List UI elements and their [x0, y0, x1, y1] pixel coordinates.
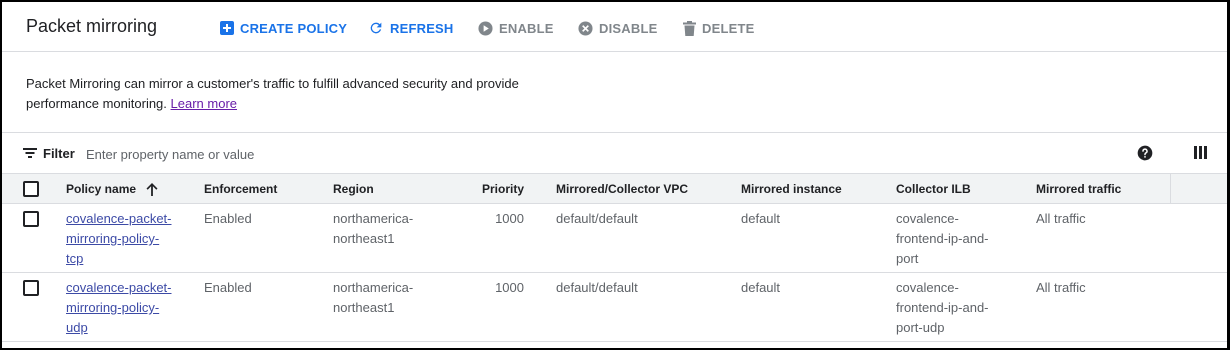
delete-label: DELETE: [702, 20, 755, 36]
page-header: Packet mirroring CREATE POLICY REFRESH E…: [2, 2, 1227, 52]
column-header-priority[interactable]: Priority: [474, 182, 524, 196]
filter-input[interactable]: [86, 143, 486, 165]
collector-ilb-cell: covalence- frontend-ip-and- port: [896, 209, 989, 269]
help-icon[interactable]: [1137, 145, 1153, 161]
ilb-line: port: [896, 251, 919, 266]
policy-name-line[interactable]: covalence-packet-: [66, 211, 172, 226]
mirrored-instance-cell: default: [741, 280, 781, 295]
mirrored-traffic-cell: All traffic: [1036, 211, 1086, 226]
mirrored-instance-cell: default: [741, 211, 781, 226]
filter-bar: Filter: [2, 132, 1227, 174]
column-header-collector-ilb[interactable]: Collector ILB: [896, 182, 971, 196]
disable-label: DISABLE: [599, 20, 658, 36]
cancel-circle-icon: [578, 20, 593, 36]
priority-cell: 1000: [495, 280, 524, 295]
region-cell: northamerica- northeast1: [333, 278, 413, 318]
policy-name-line[interactable]: mirroring-policy-: [66, 300, 159, 315]
view-columns-icon[interactable]: [1194, 146, 1207, 159]
delete-button[interactable]: DELETE: [683, 18, 754, 38]
enforcement-cell: Enabled: [204, 280, 252, 295]
policy-name-line[interactable]: covalence-packet-: [66, 280, 172, 295]
create-policy-button[interactable]: CREATE POLICY: [220, 18, 347, 38]
ilb-line: covalence-: [896, 280, 959, 295]
region-cell: northamerica- northeast1: [333, 209, 413, 249]
trash-icon: [683, 20, 696, 36]
table-row: covalence-packet- mirroring-policy- udp …: [2, 273, 1227, 342]
column-label-policy-name: Policy name: [66, 182, 137, 196]
priority-cell: 1000: [495, 211, 524, 226]
column-header-enforcement[interactable]: Enforcement: [204, 182, 277, 196]
packet-mirroring-page: Packet mirroring CREATE POLICY REFRESH E…: [0, 0, 1230, 350]
table-row: covalence-packet- mirroring-policy- tcp …: [2, 204, 1227, 273]
region-line: northeast1: [333, 300, 395, 315]
mirrored-traffic-cell: All traffic: [1036, 280, 1086, 295]
page-description: Packet Mirroring can mirror a customer's…: [26, 74, 546, 114]
filter-label: Filter: [43, 146, 75, 161]
enforcement-cell: Enabled: [204, 211, 252, 226]
enable-label: ENABLE: [499, 20, 554, 36]
refresh-button[interactable]: REFRESH: [368, 18, 454, 38]
enable-button[interactable]: ENABLE: [478, 18, 554, 38]
policy-name-link[interactable]: covalence-packet- mirroring-policy- udp: [66, 278, 172, 338]
policy-name-line[interactable]: udp: [66, 320, 88, 335]
play-circle-icon: [478, 20, 493, 36]
ilb-line: frontend-ip-and-: [896, 300, 989, 315]
column-header-mirrored-traffic[interactable]: Mirrored traffic: [1036, 182, 1121, 196]
vpc-cell: default/default: [556, 280, 638, 295]
description-text: Packet Mirroring can mirror a customer's…: [26, 76, 519, 111]
table-header: Policy name Enforcement Region Priority …: [2, 174, 1227, 204]
row-checkbox[interactable]: [23, 211, 39, 227]
add-box-icon: [220, 21, 234, 35]
vpc-cell: default/default: [556, 211, 638, 226]
refresh-icon: [370, 22, 382, 34]
policy-name-link[interactable]: covalence-packet- mirroring-policy- tcp: [66, 209, 172, 269]
select-all-checkbox[interactable]: [23, 181, 39, 197]
column-header-policy-name[interactable]: Policy name: [66, 182, 158, 196]
region-line: northamerica-: [333, 280, 414, 295]
ilb-line: frontend-ip-and-: [896, 231, 989, 246]
column-divider: [1170, 174, 1171, 204]
learn-more-link[interactable]: Learn more: [171, 96, 237, 111]
collector-ilb-cell: covalence- frontend-ip-and- port-udp: [896, 278, 989, 338]
policy-name-line[interactable]: tcp: [66, 251, 83, 266]
arrow-up-icon: [146, 182, 158, 196]
page-title: Packet mirroring: [26, 16, 158, 36]
column-header-mirrored-instance[interactable]: Mirrored instance: [741, 182, 842, 196]
region-line: northamerica-: [333, 211, 414, 226]
filter-list-icon[interactable]: [23, 147, 37, 159]
row-checkbox[interactable]: [23, 280, 39, 296]
disable-button[interactable]: DISABLE: [578, 18, 657, 38]
ilb-line: covalence-: [896, 211, 959, 226]
policy-name-line[interactable]: mirroring-policy-: [66, 231, 159, 246]
column-header-region[interactable]: Region: [333, 182, 374, 196]
refresh-label: REFRESH: [390, 20, 454, 36]
create-policy-label: CREATE POLICY: [240, 20, 348, 36]
ilb-line: port-udp: [896, 320, 945, 335]
region-line: northeast1: [333, 231, 395, 246]
column-header-vpc[interactable]: Mirrored/Collector VPC: [556, 182, 688, 196]
